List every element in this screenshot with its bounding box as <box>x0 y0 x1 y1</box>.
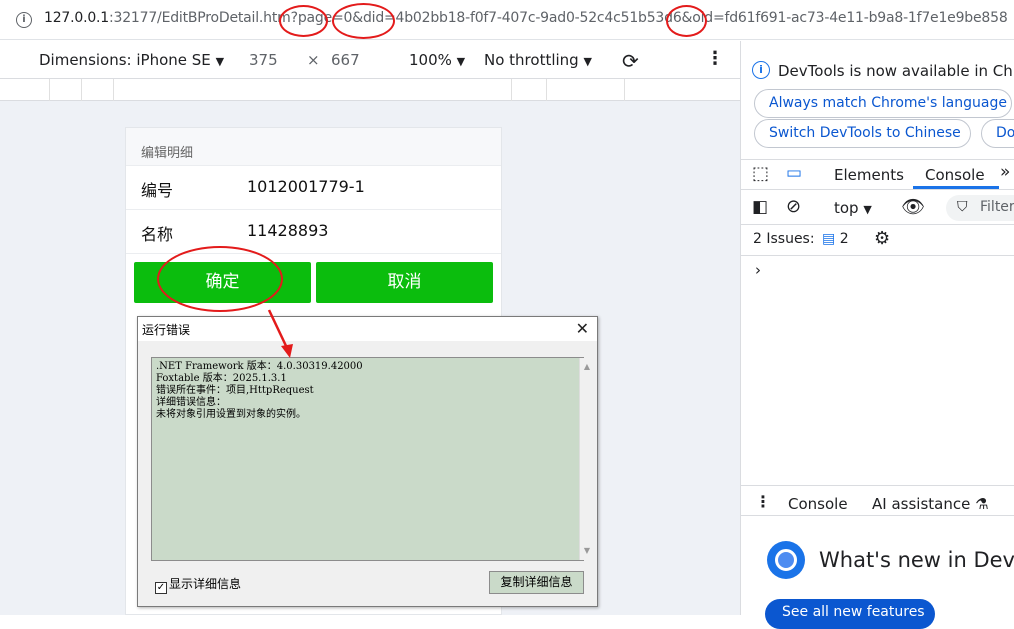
zoom-select[interactable]: 100% ▼ <box>409 51 465 69</box>
drawer-tab-console[interactable]: Console <box>788 495 848 513</box>
url-text[interactable]: 127.0.0.1:32177/EditBProDetail.htm?page=… <box>44 10 1008 26</box>
drawer-menu-icon[interactable]: ⋮ <box>755 492 771 511</box>
times-sign: × <box>307 51 320 69</box>
tab-elements[interactable]: Elements <box>834 166 904 184</box>
annotation-circle <box>332 3 395 39</box>
devtools-panel: i DevTools is now available in Chin Alwa… <box>740 41 1014 629</box>
field-row: 编号 1012001779-1 <box>126 166 501 210</box>
issues-count: 2 <box>839 231 849 247</box>
error-message: .NET Framework 版本：4.0.30319.42000 Foxtab… <box>156 361 363 420</box>
message-icon: ▤ <box>822 231 836 247</box>
switch-chinese-button[interactable]: Switch DevTools to Chinese <box>754 119 971 148</box>
error-details-text[interactable]: .NET Framework 版本：4.0.30319.42000 Foxtab… <box>151 357 594 561</box>
cancel-button[interactable]: 取消 <box>316 262 493 303</box>
see-all-features-button[interactable]: See all new features <box>765 599 935 629</box>
chevron-down-icon: ▼ <box>456 55 466 68</box>
section-title: 编辑明细 <box>126 128 501 166</box>
info-icon: i <box>752 61 770 79</box>
context-select[interactable]: top ▼ <box>834 199 872 217</box>
rotate-icon[interactable]: ⟳ <box>622 49 639 73</box>
flask-icon: ⚗ <box>975 495 989 513</box>
chevron-down-icon: ▼ <box>215 55 225 68</box>
filter-placeholder: Filter <box>980 199 1014 215</box>
filter-input[interactable]: ⛉ Filter <box>946 195 1014 221</box>
device-select[interactable]: Dimensions: iPhone SE ▼ <box>39 51 224 69</box>
media-query-ruler <box>0 79 740 101</box>
live-expression-eye-icon[interactable]: 👁 <box>901 195 925 218</box>
field-label: 编号 <box>141 181 174 200</box>
throttling-label: No throttling <box>484 51 579 69</box>
dialog-title: 运行错误 <box>138 317 597 341</box>
scrollbar[interactable]: ▲ ▼ <box>579 358 594 560</box>
chrome-devtools-logo-icon <box>767 541 805 579</box>
drawer-tab-ai-assistance[interactable]: AI assistance ⚗ <box>872 495 989 513</box>
show-details-checkbox[interactable]: ✓ 显示详细信息 <box>155 575 241 594</box>
filter-icon: ⛉ <box>957 199 968 215</box>
url-path: :32177/EditBProDetail.htm?page=0&did=4b0… <box>109 10 1008 26</box>
issues-link[interactable]: ▤ 2 <box>822 231 849 247</box>
zoom-label: 100% <box>409 51 452 69</box>
language-notice: DevTools is now available in Chin <box>778 62 1014 80</box>
annotation-arrow <box>267 309 293 358</box>
more-tabs-icon[interactable]: » <box>1000 162 1010 182</box>
tab-console[interactable]: Console <box>925 166 985 184</box>
sidebar-toggle-icon[interactable]: ◧ <box>752 197 768 217</box>
checkbox-check-icon: ✓ <box>155 582 167 594</box>
inspect-element-icon[interactable]: ⬚ <box>752 163 769 184</box>
field-value[interactable]: 11428893 <box>247 221 328 240</box>
third-option-button[interactable]: Do <box>981 119 1014 148</box>
device-select-label: Dimensions: iPhone SE <box>39 51 211 69</box>
error-dialog: 运行错误 ✕ .NET Framework 版本：4.0.30319.42000… <box>137 316 598 607</box>
clear-console-icon[interactable]: ⊘ <box>786 196 801 217</box>
field-value[interactable]: 1012001779-1 <box>247 177 365 196</box>
annotation-circle <box>157 246 283 312</box>
copy-details-button[interactable]: 复制详细信息 <box>489 571 584 594</box>
width-input[interactable]: 375 <box>249 51 278 69</box>
height-input[interactable]: 667 <box>331 51 360 69</box>
more-options-icon[interactable]: ⋮ <box>706 48 724 69</box>
match-language-button[interactable]: Always match Chrome's language <box>754 89 1012 118</box>
device-toolbar: Dimensions: iPhone SE ▼ 375 × 667 100% ▼… <box>0 41 740 79</box>
chevron-down-icon: ▼ <box>863 203 872 216</box>
show-details-label: 显示详细信息 <box>169 577 242 591</box>
url-host: 127.0.0.1 <box>44 10 109 26</box>
context-label: top <box>834 199 859 217</box>
address-bar[interactable]: i 127.0.0.1:32177/EditBProDetail.htm?pag… <box>0 0 1014 40</box>
settings-gear-icon[interactable]: ⚙ <box>874 228 890 249</box>
issues-label: 2 Issues: <box>753 231 815 247</box>
close-icon[interactable]: ✕ <box>576 319 589 338</box>
whats-new-heading: What's new in DevTo <box>819 548 1014 572</box>
throttling-select[interactable]: No throttling ▼ <box>484 51 592 69</box>
annotation-circle <box>666 5 707 37</box>
field-label: 名称 <box>141 225 174 244</box>
ai-assistance-label: AI assistance <box>872 495 971 513</box>
chevron-down-icon: ▼ <box>583 55 592 68</box>
console-prompt-icon[interactable]: › <box>755 261 761 279</box>
annotation-circle <box>279 5 328 37</box>
field-row: 名称 11428893 <box>126 210 501 254</box>
site-info-icon[interactable]: i <box>16 12 32 28</box>
device-toggle-icon[interactable]: ▭ <box>786 163 802 183</box>
